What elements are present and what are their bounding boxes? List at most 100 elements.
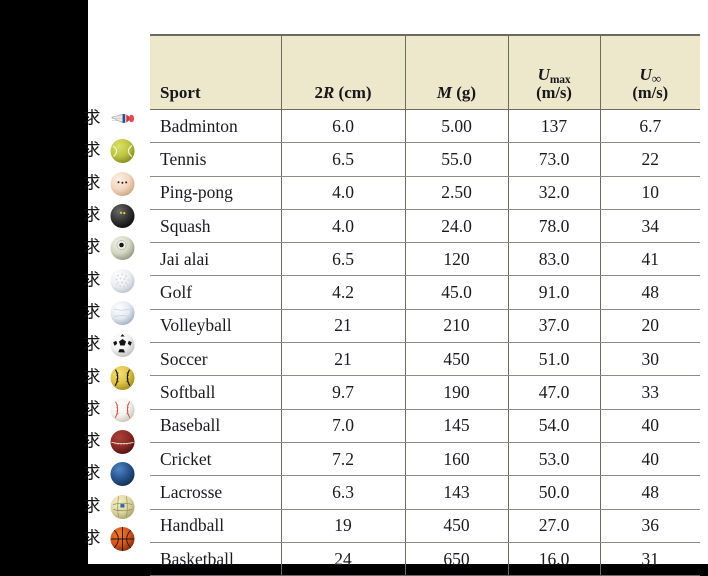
cell-sport: Cricket [150,442,281,477]
cell-umax: 27.0 [507,509,600,543]
cell-sport: Tennis [150,142,281,177]
column-header-sport: Sport [150,34,281,110]
jaialai-ball-icon [110,236,135,261]
margin-row: 求 [80,264,146,296]
cell-uinf: 40 [599,409,700,443]
cell-mass: 143 [404,475,508,510]
cell-sport: Baseball [150,409,281,443]
cell-mass: 5.00 [404,109,508,144]
column-header-umax: Umax (m/s) [507,34,600,110]
table-row: Cricket 7.2 160 53.0 40 [150,442,700,477]
cell-diameter: 6.0 [280,109,405,144]
tennis-ball-icon [110,139,135,164]
cell-diameter: 6.5 [280,142,405,177]
margin-row: 求 [80,135,146,167]
cell-uinf: 30 [599,342,700,377]
cell-sport: Squash [150,209,281,244]
baseball-icon [110,397,135,422]
cell-sport: Golf [150,275,281,310]
margin-row: 求 [80,394,146,426]
cell-mass: 145 [404,409,508,443]
cell-uinf: 22 [599,142,700,177]
table-row: Handball 19 450 27.0 36 [150,509,700,543]
margin-mark-glyph: 求 [83,496,101,517]
cell-uinf: 48 [599,475,700,510]
cell-uinf: 20 [599,309,700,344]
cell-umax: 37.0 [507,309,600,344]
table-row: Jai alai 6.5 120 83.0 41 [150,242,700,277]
table-row: Basketball 24 650 16.0 31 [150,542,700,576]
cell-mass: 55.0 [404,142,508,177]
margin-mark-glyph: 求 [83,108,101,129]
cell-umax: 53.0 [507,442,600,477]
cell-mass: 450 [404,342,508,377]
basketball-icon [110,527,135,552]
cell-uinf: 31 [599,542,700,576]
cell-diameter: 6.5 [280,242,405,277]
cell-diameter: 4.2 [280,275,405,310]
table-header: Sport 2R (cm) M (g) Umax (m/s) U∞ (m/s) [150,34,700,110]
margin-mark-glyph: 求 [83,399,101,420]
table-row: Soccer 21 450 51.0 30 [150,342,700,377]
cell-diameter: 9.7 [280,375,405,410]
column-header-mass: M (g) [404,34,508,110]
cell-sport: Softball [150,375,281,410]
cell-uinf: 10 [599,176,700,210]
cell-uinf: 36 [599,509,700,543]
margin-row: 求 [80,361,146,393]
margin-row: 求 [80,232,146,264]
soccer-ball-icon [110,333,135,358]
cell-umax: 50.0 [507,475,600,510]
table-header-row: Sport 2R (cm) M (g) Umax (m/s) U∞ (m/s) [150,34,700,110]
cell-diameter: 4.0 [280,176,405,210]
cell-sport: Lacrosse [150,475,281,510]
cell-umax: 47.0 [507,375,600,410]
cell-umax: 54.0 [507,409,600,443]
margin-mark-glyph: 求 [83,205,101,226]
cell-mass: 45.0 [404,275,508,310]
cell-mass: 2.50 [404,176,508,210]
cell-mass: 450 [404,509,508,543]
margin-mark-glyph: 求 [83,140,101,161]
cell-umax: 137 [507,109,600,144]
cell-umax: 73.0 [507,142,600,177]
golf-ball-icon [110,268,135,293]
margin-mark-glyph: 求 [83,431,101,452]
cell-sport: Volleyball [150,309,281,344]
volleyball-icon [110,300,135,325]
column-header-diameter: 2R (cm) [280,34,405,110]
cell-sport: Soccer [150,342,281,377]
shuttlecock-icon [110,107,135,132]
softball-icon [110,365,135,390]
margin-row: 求 [80,523,146,555]
cell-diameter: 6.3 [280,475,405,510]
cricket-ball-icon [110,430,135,455]
cell-mass: 160 [404,442,508,477]
cell-umax: 16.0 [507,542,600,576]
table-row: Golf 4.2 45.0 91.0 48 [150,275,700,310]
cell-sport: Jai alai [150,242,281,277]
squash-ball-icon [110,204,135,229]
cell-mass: 24.0 [404,209,508,244]
cell-umax: 32.0 [507,176,600,210]
table-row: Tennis 6.5 55.0 73.0 22 [150,142,700,177]
cell-umax: 51.0 [507,342,600,377]
table-row: Badminton 6.0 5.00 137 6.7 [150,109,700,144]
cell-uinf: 48 [599,275,700,310]
cell-uinf: 6.7 [599,109,700,144]
table-row: Squash 4.0 24.0 78.0 34 [150,209,700,244]
margin-mark-glyph: 求 [83,237,101,258]
cell-mass: 120 [404,242,508,277]
column-header-uinf: U∞ (m/s) [599,34,700,110]
margin-row: 求 [80,200,146,232]
column-header-sport-label: Sport [160,82,201,102]
margin-icon-strip: 求求求求求求求求求求求求求求 [80,103,146,555]
cell-diameter: 21 [280,342,405,377]
cell-sport: Basketball [150,542,281,576]
margin-row: 求 [80,458,146,490]
margin-row: 求 [80,329,146,361]
cell-mass: 190 [404,375,508,410]
margin-row: 求 [80,426,146,458]
cell-diameter: 7.2 [280,442,405,477]
margin-mark-glyph: 求 [83,173,101,194]
